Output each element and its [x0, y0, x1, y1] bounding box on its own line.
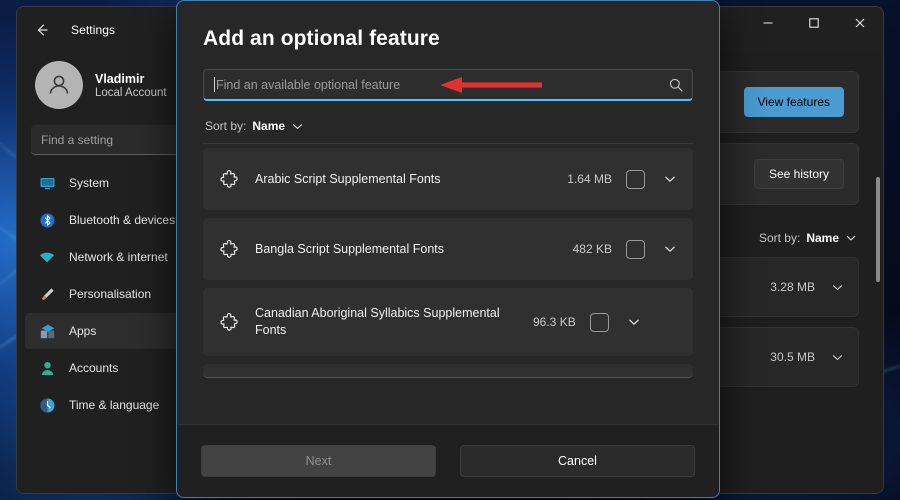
feature-checkbox[interactable]: [626, 240, 645, 259]
back-arrow-icon: [34, 22, 50, 38]
sidebar-label: Personalisation: [69, 287, 151, 301]
find-a-setting-placeholder: Find a setting: [41, 133, 113, 147]
dialog-footer: Next Cancel: [177, 424, 719, 497]
apps-icon: [37, 321, 57, 341]
text-caret: [214, 77, 215, 92]
minimize-button[interactable]: [745, 7, 791, 39]
account-person-icon: [37, 358, 57, 378]
close-icon: [854, 17, 866, 29]
expand-chevron-button[interactable]: [661, 242, 679, 256]
dialog-title: Add an optional feature: [203, 27, 693, 51]
sidebar-item-system[interactable]: System: [25, 165, 193, 201]
content-feature-size: 3.28 MB: [770, 280, 815, 294]
feature-checkbox[interactable]: [626, 170, 645, 189]
puzzle-piece-icon: [219, 239, 241, 259]
content-sort-label: Sort by:: [759, 231, 800, 245]
chevron-down-icon: [627, 315, 641, 329]
caption-button-group: [745, 7, 883, 53]
sidebar-item-accounts[interactable]: Accounts: [25, 350, 193, 386]
window-title: Settings: [71, 23, 115, 37]
chevron-down-icon: [663, 172, 677, 186]
sidebar-label: Time & language: [69, 398, 159, 412]
close-button[interactable]: [837, 7, 883, 39]
chevron-down-icon: [831, 281, 844, 294]
sidebar-item-bluetooth-devices[interactable]: Bluetooth & devices: [25, 202, 193, 238]
content-feature-size: 30.5 MB: [770, 350, 815, 364]
feature-checkbox[interactable]: [590, 313, 609, 332]
account-name: Vladimir: [95, 72, 167, 86]
dialog-body: Add an optional feature Find an availabl…: [177, 1, 719, 424]
puzzle-piece-icon: [219, 169, 241, 189]
dialog-sort-value: Name: [252, 119, 285, 133]
scrollbar-thumb[interactable]: [876, 177, 880, 282]
avatar: [35, 61, 83, 109]
sidebar-label: Accounts: [69, 361, 118, 375]
feature-size: 1.64 MB: [567, 172, 612, 186]
list-item[interactable]: Canadian Aboriginal Syllabics Supplement…: [203, 288, 693, 356]
see-history-button[interactable]: See history: [754, 159, 844, 189]
sidebar-item-apps[interactable]: Apps: [25, 313, 193, 349]
clock-icon: [37, 395, 57, 415]
list-item[interactable]: Bangla Script Supplemental Fonts 482 KB: [203, 218, 693, 280]
sidebar-item-time-language[interactable]: Time & language: [25, 387, 193, 423]
sidebar-label: System: [69, 176, 109, 190]
list-item[interactable]: [203, 364, 693, 378]
sidebar-label: Network & internet: [69, 250, 168, 264]
next-button[interactable]: Next: [201, 445, 436, 477]
chevron-down-icon: [845, 232, 857, 244]
minimize-icon: [762, 17, 774, 29]
bluetooth-icon: [37, 210, 57, 230]
puzzle-piece-icon: [219, 312, 241, 332]
search-icon: [668, 77, 684, 93]
account-type: Local Account: [95, 87, 167, 99]
content-sort-value: Name: [806, 231, 839, 245]
account-block[interactable]: Vladimir Local Account: [17, 55, 201, 119]
sidebar-label: Apps: [69, 324, 96, 338]
person-avatar-icon: [44, 70, 74, 100]
feature-name: Canadian Aboriginal Syllabics Supplement…: [255, 305, 533, 339]
settings-sidebar: Vladimir Local Account Find a setting Sy…: [17, 53, 201, 493]
sidebar-item-network-internet[interactable]: Network & internet: [25, 239, 193, 275]
expand-chevron-button[interactable]: [661, 172, 679, 186]
find-a-setting-input[interactable]: Find a setting: [31, 125, 187, 155]
content-scrollbar[interactable]: [876, 67, 880, 487]
chevron-down-icon: [831, 351, 844, 364]
maximize-button[interactable]: [791, 7, 837, 39]
sidebar-label: Bluetooth & devices: [69, 213, 175, 227]
list-item[interactable]: Arabic Script Supplemental Fonts 1.64 MB: [203, 148, 693, 210]
add-optional-feature-dialog: Add an optional feature Find an availabl…: [176, 0, 720, 498]
wifi-icon: [37, 247, 57, 267]
dialog-sort-label: Sort by:: [205, 119, 246, 133]
feature-name: Bangla Script Supplemental Fonts: [255, 241, 573, 258]
feature-size: 482 KB: [573, 242, 612, 256]
account-text: Vladimir Local Account: [95, 72, 167, 99]
monitor-icon: [37, 173, 57, 193]
feature-search-placeholder: Find an available optional feature: [216, 78, 668, 92]
view-features-button[interactable]: View features: [744, 87, 845, 117]
paintbrush-icon: [37, 284, 57, 304]
dialog-sort-control[interactable]: Sort by: Name: [205, 119, 693, 133]
cancel-button[interactable]: Cancel: [460, 445, 695, 477]
optional-feature-list[interactable]: Arabic Script Supplemental Fonts 1.64 MB…: [203, 143, 693, 424]
maximize-icon: [808, 17, 820, 29]
feature-name: Arabic Script Supplemental Fonts: [255, 171, 567, 188]
feature-size: 96.3 KB: [533, 315, 576, 329]
expand-chevron-button[interactable]: [625, 315, 643, 329]
sidebar-item-personalisation[interactable]: Personalisation: [25, 276, 193, 312]
chevron-down-icon: [291, 120, 304, 133]
feature-search-input[interactable]: Find an available optional feature: [203, 69, 693, 101]
chevron-down-icon: [663, 242, 677, 256]
back-button[interactable]: [25, 15, 59, 45]
